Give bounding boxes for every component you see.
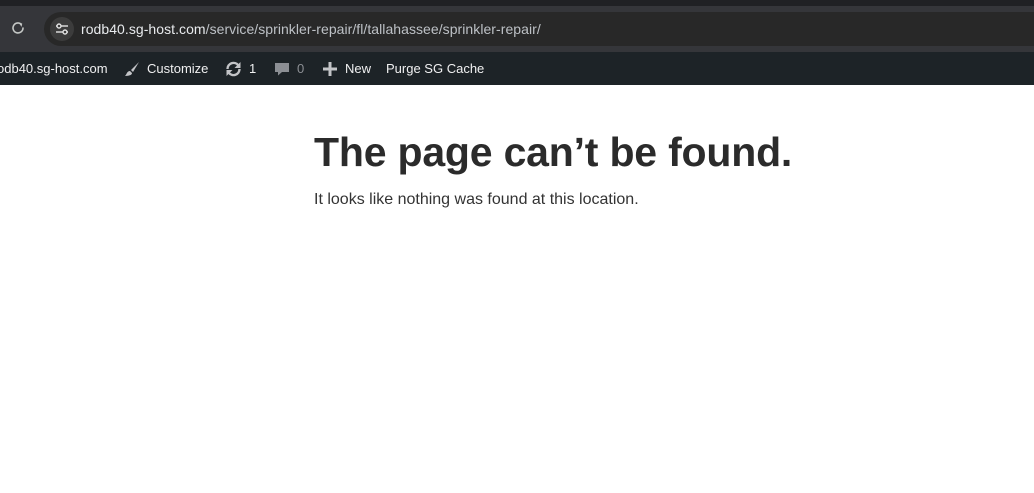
refresh-icon xyxy=(224,60,243,78)
reload-button[interactable] xyxy=(8,18,28,38)
comments-count: 0 xyxy=(297,61,305,76)
comment-bubble-icon xyxy=(273,60,291,78)
wp-admin-bar: odb40.sg-host.com Customize 1 0 New Purg… xyxy=(0,52,1034,85)
address-bar[interactable]: rodb40.sg-host.com/service/sprinkler-rep… xyxy=(44,12,1034,46)
paintbrush-icon xyxy=(123,60,141,78)
plus-icon xyxy=(321,60,339,78)
reload-icon xyxy=(12,22,24,34)
admin-bar-site-name[interactable]: odb40.sg-host.com xyxy=(0,52,108,85)
page-title: The page can’t be found. xyxy=(314,129,793,175)
site-settings-icon xyxy=(56,23,68,35)
updates-count: 1 xyxy=(249,61,257,76)
purge-cache-label: Purge SG Cache xyxy=(386,61,485,76)
not-found-message: It looks like nothing was found at this … xyxy=(314,191,639,208)
tab-strip-edge xyxy=(0,0,1034,6)
admin-bar-customize[interactable]: Customize xyxy=(123,52,208,85)
admin-bar-purge-cache[interactable]: Purge SG Cache xyxy=(386,52,484,85)
url-host: rodb40.sg-host.com xyxy=(81,21,206,37)
browser-toolbar: rodb40.sg-host.com/service/sprinkler-rep… xyxy=(0,0,1034,52)
admin-bar-comments[interactable]: 0 xyxy=(273,52,304,85)
customize-label: Customize xyxy=(147,61,209,76)
not-found-content: The page can’t be found. It looks like n… xyxy=(314,126,792,209)
url-text[interactable]: rodb40.sg-host.com/service/sprinkler-rep… xyxy=(81,21,541,37)
url-path: /service/sprinkler-repair/fl/tallahassee… xyxy=(205,21,541,37)
new-label: New xyxy=(345,61,372,76)
admin-bar-new[interactable]: New xyxy=(321,52,371,85)
admin-bar-updates[interactable]: 1 xyxy=(224,52,256,85)
site-name-label: odb40.sg-host.com xyxy=(0,61,108,76)
site-info-button[interactable] xyxy=(50,17,74,41)
